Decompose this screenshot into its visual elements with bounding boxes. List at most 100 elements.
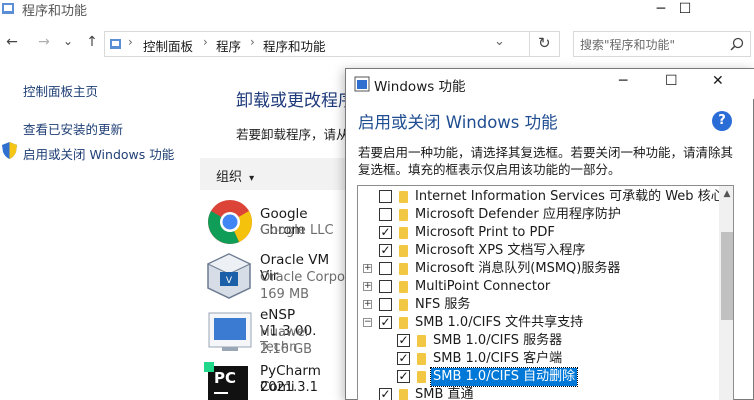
program-size: 2.16 GB xyxy=(260,342,313,357)
folder-icon xyxy=(399,245,408,257)
breadcrumb-separator: › xyxy=(128,35,133,49)
dialog-heading: 启用或关闭 Windows 功能 xyxy=(358,113,558,132)
feature-row[interactable]: + NFS 服务 xyxy=(358,296,718,314)
feature-label: Microsoft Print to PDF xyxy=(415,225,555,240)
control-panel-app-icon xyxy=(2,3,14,14)
refresh-button[interactable]: ↻ xyxy=(530,31,560,57)
feature-row[interactable]: ✓ Microsoft Print to PDF xyxy=(358,224,718,242)
feature-checkbox[interactable]: ✓ xyxy=(379,316,392,329)
svg-text:V: V xyxy=(226,276,233,286)
expand-icon[interactable]: + xyxy=(363,264,372,273)
search-icon[interactable] xyxy=(730,37,744,51)
feature-row[interactable]: Internet Information Services 可承载的 Web 核… xyxy=(358,188,724,206)
ensp-icon xyxy=(208,312,252,351)
feature-row[interactable]: ✓ Microsoft XPS 文档写入程序 xyxy=(358,242,718,260)
dialog-minimize-button[interactable]: ─ xyxy=(619,73,627,89)
breadcrumb-programs-features[interactable]: 程序和功能 xyxy=(263,36,326,55)
folder-icon xyxy=(399,227,408,239)
feature-row[interactable]: ✓ SMB 1.0/CIFS 自动删除 xyxy=(358,367,718,387)
refresh-icon: ↻ xyxy=(538,34,551,52)
up-arrow-icon[interactable]: ↑ xyxy=(82,34,102,50)
feature-checkbox[interactable]: ✓ xyxy=(397,352,410,365)
feature-label: SMB 直通 xyxy=(415,387,474,400)
feature-label: MultiPoint Connector xyxy=(415,279,551,294)
feature-checkbox[interactable]: ✓ xyxy=(379,244,392,257)
folder-icon xyxy=(399,191,408,203)
expand-icon[interactable]: + xyxy=(363,282,372,291)
organize-menu-button[interactable]: 组织 ▾ xyxy=(216,166,254,185)
maximize-button[interactable]: ☐ xyxy=(662,0,708,22)
feature-row[interactable]: Microsoft Defender 应用程序防护 xyxy=(358,206,718,224)
expand-icon[interactable]: + xyxy=(363,300,372,309)
feature-checkbox[interactable]: ✓ xyxy=(397,370,410,383)
feature-row[interactable]: + MultiPoint Connector xyxy=(358,278,718,296)
feature-checkbox[interactable] xyxy=(379,280,392,293)
dialog-titlebar: Windows 功能 ─ ☐ ✕ xyxy=(346,69,754,99)
feature-checkbox[interactable]: ✓ xyxy=(379,388,392,400)
recent-locations-chevron-icon[interactable]: ⌄ xyxy=(58,34,78,48)
pycharm-logo-underline xyxy=(214,392,228,394)
feature-label: Microsoft XPS 文档写入程序 xyxy=(415,243,586,258)
feature-checkbox[interactable]: ✓ xyxy=(397,334,410,347)
pycharm-logo-accent xyxy=(204,362,214,372)
nav-link-windows-features[interactable]: 启用或关闭 Windows 功能 xyxy=(23,144,174,163)
feature-label: SMB 1.0/CIFS 自动删除 xyxy=(429,367,579,387)
breadcrumb-separator: › xyxy=(250,35,255,49)
control-panel-location-icon xyxy=(110,39,121,49)
tree-scrollbar-thumb[interactable] xyxy=(721,232,733,320)
feature-checkbox[interactable] xyxy=(379,298,392,311)
feature-checkbox[interactable] xyxy=(379,208,392,221)
dialog-title: Windows 功能 xyxy=(374,79,466,95)
feature-row[interactable]: + Microsoft 消息队列(MSMQ)服务器 xyxy=(358,260,718,278)
folder-icon xyxy=(399,209,408,221)
nav-link-control-panel-home[interactable]: 控制面板主页 xyxy=(23,81,98,100)
program-size: 169 MB xyxy=(260,287,310,302)
folder-icon xyxy=(399,263,408,275)
feature-label: SMB 1.0/CIFS 文件共享支持 xyxy=(415,315,584,330)
chevron-down-icon: ▾ xyxy=(249,173,255,184)
search-input[interactable]: 搜索"程序和功能" xyxy=(573,31,751,57)
pycharm-logo-text: PC xyxy=(214,369,237,387)
dialog-description: 若要启用一种功能，请选择其复选框。若要关闭一种功能，请清除其复选框。填充的框表示… xyxy=(358,145,734,177)
uac-shield-icon xyxy=(2,142,17,159)
back-arrow-icon[interactable]: ← xyxy=(2,34,22,50)
feature-label: Internet Information Services 可承载的 Web 核… xyxy=(415,189,724,204)
collapse-icon[interactable]: − xyxy=(363,318,372,327)
feature-checkbox[interactable] xyxy=(379,190,392,203)
help-icon[interactable]: ? xyxy=(712,111,732,131)
windows-features-app-icon xyxy=(354,76,370,92)
virtualbox-icon: V xyxy=(206,253,252,299)
breadcrumb-programs[interactable]: 程序 xyxy=(216,36,241,55)
control-panel-titlebar: 程序和功能 ─ ☐ xyxy=(0,0,754,26)
feature-row[interactable]: ✓ SMB 直通 xyxy=(358,386,718,400)
list-item[interactable]: Google Chrom Google LLC xyxy=(206,198,346,248)
search-placeholder: 搜索"程序和功能" xyxy=(580,38,676,52)
list-item[interactable]: eNSP V1.3.00. Huawei Techn 2.16 GB xyxy=(206,306,346,362)
address-dropdown-chevron-icon[interactable]: ⌄ xyxy=(494,34,505,49)
dialog-close-button[interactable]: ✕ xyxy=(712,73,724,89)
folder-icon xyxy=(417,335,426,347)
page-title: 卸载或更改程序 xyxy=(236,91,355,111)
folder-icon xyxy=(399,281,408,293)
feature-label: NFS 服务 xyxy=(415,297,471,312)
folder-icon xyxy=(399,299,408,311)
window-title: 程序和功能 xyxy=(22,4,88,19)
nav-link-installed-updates[interactable]: 查看已安装的更新 xyxy=(23,119,123,138)
program-publisher: Oracle Corpo xyxy=(260,270,346,285)
breadcrumb-control-panel[interactable]: 控制面板 xyxy=(143,36,193,55)
feature-row[interactable]: ✓ SMB 1.0/CIFS 客户端 xyxy=(358,350,718,368)
tree-scroll-up-icon[interactable]: ▲ xyxy=(719,186,733,203)
folder-icon xyxy=(399,317,408,329)
folder-icon xyxy=(417,371,426,383)
feature-label: Microsoft 消息队列(MSMQ)服务器 xyxy=(415,261,621,276)
list-item[interactable]: V Oracle VM Vir Oracle Corpo 169 MB xyxy=(206,250,346,306)
program-publisher: Google LLC xyxy=(260,223,334,238)
feature-checkbox[interactable] xyxy=(379,262,392,275)
dialog-maximize-button[interactable]: ☐ xyxy=(665,73,678,89)
program-version: 2021.3.1 xyxy=(260,380,318,395)
feature-row[interactable]: ✓ SMB 1.0/CIFS 服务器 xyxy=(358,332,718,350)
forward-arrow-icon[interactable]: → xyxy=(34,34,54,50)
feature-checkbox[interactable]: ✓ xyxy=(379,226,392,239)
feature-row[interactable]: − ✓ SMB 1.0/CIFS 文件共享支持 xyxy=(358,314,718,332)
list-item[interactable]: PC PyCharm Comi 2021.3.1 xyxy=(204,362,346,400)
